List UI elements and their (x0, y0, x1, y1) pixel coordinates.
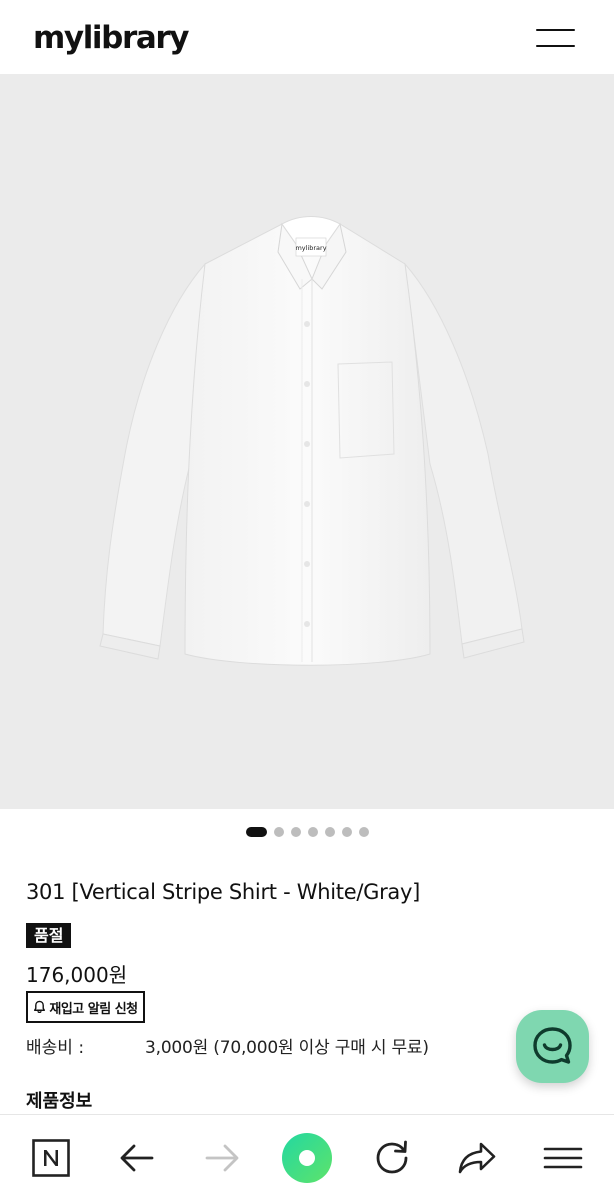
gallery-dot[interactable] (358, 827, 369, 837)
restock-button-label: 재입고 알림 신청 (49, 1001, 138, 1017)
gallery-dot[interactable] (290, 827, 301, 837)
product-title: 301 [Vertical Stripe Shirt - White/Gray] (26, 880, 420, 904)
back-arrow-icon (120, 1144, 154, 1172)
shipping-label: 배송비 : (26, 1038, 85, 1058)
forward-button[interactable] (192, 1115, 252, 1200)
gallery-dot[interactable] (273, 827, 284, 837)
menu-icon (543, 1147, 583, 1169)
shirt-tag-text: mylibrary (295, 244, 326, 252)
share-button[interactable] (447, 1115, 507, 1200)
product-image[interactable]: mylibrary (0, 74, 614, 809)
back-button[interactable] (107, 1115, 167, 1200)
chat-button[interactable] (516, 1010, 589, 1083)
gallery-dot[interactable] (307, 827, 318, 837)
soldout-badge: 품절 (26, 923, 72, 948)
shipping-value: 3,000원 (70,000원 이상 구매 시 무료) (145, 1038, 429, 1058)
header: mylibrary (0, 0, 614, 74)
site-logo[interactable]: mylibrary (33, 20, 189, 56)
green-home-button[interactable] (277, 1115, 337, 1200)
product-price: 176,000원 (26, 963, 128, 987)
refresh-icon (376, 1140, 408, 1174)
restock-alert-button[interactable]: 재입고 알림 신청 (26, 991, 145, 1023)
gallery-dot[interactable] (245, 827, 267, 837)
browser-bottom-nav (0, 1114, 614, 1200)
chat-icon (533, 1027, 572, 1064)
home-circle-icon (282, 1133, 332, 1183)
product-info-heading: 제품정보 (26, 1091, 93, 1112)
shirt-illustration: mylibrary (99, 216, 525, 666)
naver-home-button[interactable] (21, 1115, 81, 1200)
gallery-dot[interactable] (324, 827, 335, 837)
gallery-pagination (0, 826, 614, 838)
naver-n-icon (32, 1139, 70, 1177)
menu-button[interactable] (533, 1115, 593, 1200)
refresh-button[interactable] (362, 1115, 422, 1200)
menu-icon[interactable] (536, 27, 576, 49)
share-icon (458, 1142, 496, 1174)
gallery-dot[interactable] (341, 827, 352, 837)
forward-arrow-icon (205, 1144, 239, 1172)
bell-icon (34, 1000, 46, 1013)
